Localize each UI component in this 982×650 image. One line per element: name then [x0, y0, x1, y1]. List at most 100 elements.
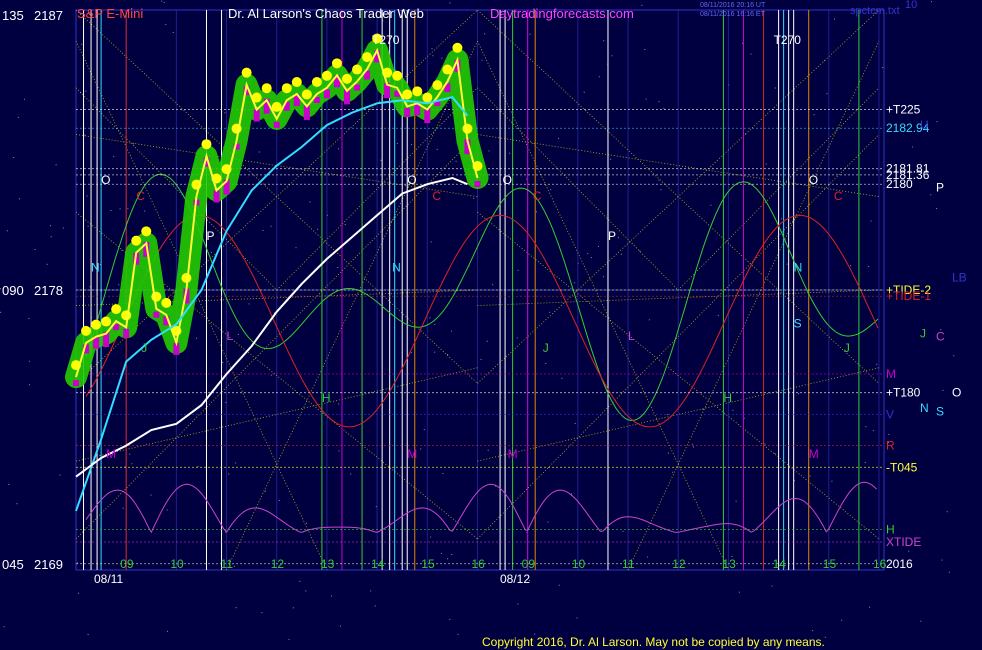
chart-annotation: H [723, 391, 732, 405]
star-dot [876, 363, 878, 365]
swing-dot [462, 123, 473, 134]
star-dot [509, 152, 511, 154]
left-bottom-tick-a: 045 [2, 557, 24, 572]
price-bar [123, 328, 130, 338]
chart-annotation: C [432, 189, 441, 203]
star-dot [113, 156, 115, 158]
star-dot [129, 453, 131, 455]
copyright-notice: Copyright 2016, Dr. Al Larson. May not b… [482, 635, 825, 649]
level-label: +T180 [886, 386, 921, 400]
chart-annotation: O [101, 173, 110, 187]
star-dot [639, 250, 641, 252]
star-dot [121, 249, 123, 251]
star-dot [834, 18, 836, 20]
swing-dot [432, 80, 443, 91]
star-dot [196, 337, 198, 339]
swing-dot [261, 83, 272, 94]
right-marker-label: O [952, 386, 961, 400]
chart-annotation: M [809, 447, 819, 461]
level-label: 2016 [886, 557, 913, 571]
hour-tick-label: 09 [522, 557, 536, 571]
star-dot [486, 340, 488, 342]
star-dot [742, 42, 743, 44]
swing-dot [291, 77, 302, 87]
star-dot [23, 98, 25, 100]
star-dot [517, 603, 519, 605]
star-dot [144, 210, 146, 212]
star-dot [558, 584, 560, 586]
star-dot [34, 249, 36, 250]
star-dot [611, 55, 613, 57]
star-dot [449, 2, 451, 4]
swing-dot [91, 319, 102, 330]
star-dot [161, 0, 163, 2]
star-dot [750, 53, 752, 55]
left-top-tick-b: 2187 [34, 8, 63, 23]
star-dot [946, 511, 948, 513]
swing-dot [422, 92, 433, 103]
left-bottom-tick-b: 2169 [34, 557, 63, 572]
left-mid-tick-b: 2178 [34, 283, 63, 298]
star-dot [571, 493, 573, 495]
chart-annotation: N [392, 260, 401, 274]
symbol-title: S&P E-Mini [77, 6, 143, 21]
star-dot [295, 247, 297, 249]
star-dot [131, 463, 133, 465]
chart-annotation: T270 [372, 33, 400, 47]
star-dot [420, 448, 422, 450]
star-dot [6, 230, 8, 232]
star-dot [451, 554, 453, 555]
timestamp-et: 08/11/2016 16:16 ET [700, 11, 766, 18]
hour-tick-label: 11 [622, 557, 635, 571]
top-right-code: 10 [905, 0, 917, 11]
star-dot [813, 114, 815, 116]
star-dot [587, 253, 589, 255]
site-link[interactable]: Daytradingforecasts.com [490, 6, 634, 21]
chart-annotation: P [206, 229, 214, 243]
swing-dot [201, 139, 212, 150]
star-dot [305, 590, 307, 592]
chaos-chart: +T2252182.942181.812181.362180+TIDE-2+TI… [0, 0, 982, 650]
star-dot [668, 452, 669, 454]
star-dot [59, 474, 61, 476]
star-dot [339, 625, 341, 627]
level-label: V [886, 407, 894, 421]
star-dot [492, 284, 494, 286]
star-dot [166, 509, 168, 511]
right-marker-label: C [936, 330, 945, 344]
swing-dot [111, 304, 122, 315]
date-label-0812: 08/12 [500, 572, 530, 586]
swing-dot [311, 77, 322, 87]
swing-dot [342, 73, 353, 84]
right-marker-label: P [936, 180, 944, 194]
star-dot [28, 360, 30, 362]
right-marker-label: S [936, 404, 944, 418]
swing-dot [141, 226, 152, 237]
star-dot [911, 146, 913, 148]
price-bar [153, 311, 160, 318]
hour-tick-label: 16 [471, 557, 485, 571]
star-dot [440, 552, 442, 554]
star-dot [473, 197, 475, 199]
star-dot [936, 208, 938, 209]
level-label: +TIDE-1 [886, 289, 931, 303]
star-dot [732, 409, 734, 411]
star-dot [603, 40, 605, 42]
star-dot [442, 472, 444, 474]
star-dot [350, 473, 352, 475]
level-label: R [886, 439, 895, 453]
star-dot [868, 266, 870, 267]
star-dot [317, 228, 319, 230]
star-dot [931, 1, 932, 3]
star-dot [663, 107, 665, 109]
star-dot [16, 503, 18, 505]
swing-dot [352, 64, 363, 75]
star-dot [948, 571, 950, 573]
price-bar [323, 89, 330, 99]
star-dot [550, 189, 552, 191]
file-name: spctcm.txt [850, 5, 900, 17]
star-dot [647, 556, 649, 558]
star-dot [645, 98, 647, 100]
star-dot [262, 230, 264, 231]
hour-tick-label: 15 [421, 557, 435, 571]
